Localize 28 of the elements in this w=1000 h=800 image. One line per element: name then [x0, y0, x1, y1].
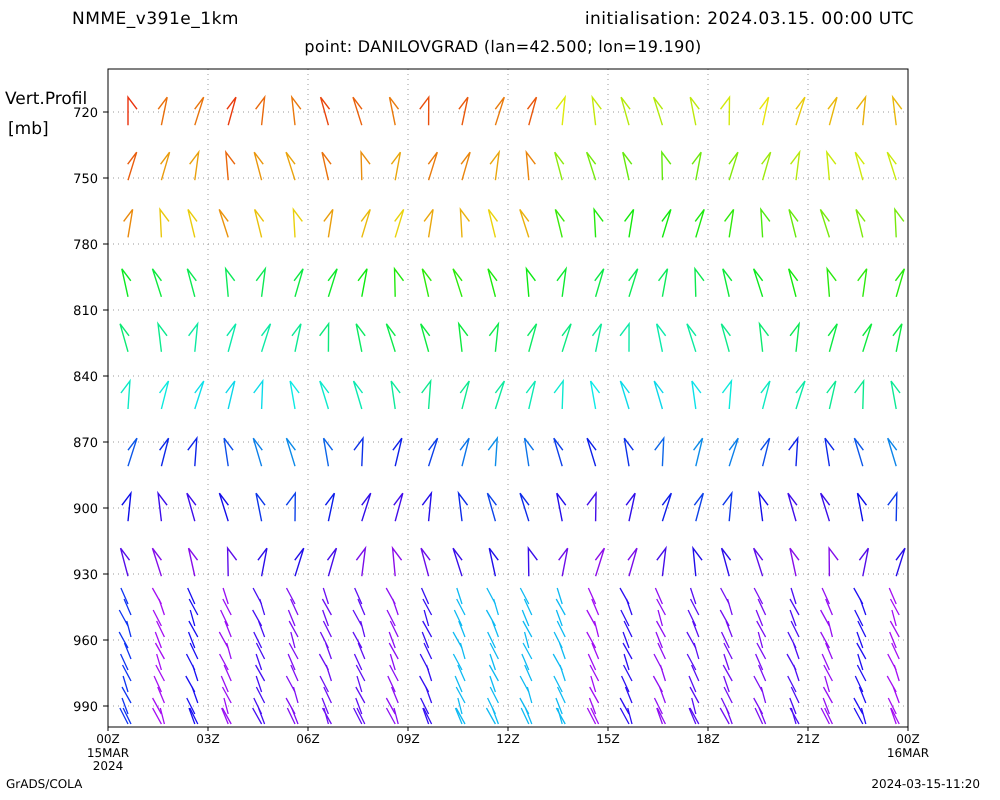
tick-label: 990: [73, 700, 98, 715]
tick-label: 03Z: [196, 732, 220, 746]
tick-label: 12Z: [496, 732, 520, 746]
tick-label: 15Z: [596, 732, 620, 746]
tick-date: 16MAR: [886, 746, 930, 760]
tick-label: 810: [73, 304, 98, 319]
tick-label: 750: [73, 172, 98, 187]
point-location: point: DANILOVGRAD (lan=42.500; lon=19.190): [304, 36, 702, 58]
tick-label: 18Z: [696, 732, 720, 746]
tick-year: 2024: [92, 759, 124, 773]
tick-label: 900: [73, 502, 98, 517]
tick-label: 09Z: [396, 732, 420, 746]
initialisation-time: initialisation: 2024.03.15. 00:00 UTC: [584, 8, 914, 31]
tick-label: 00Z: [896, 732, 920, 746]
tick-label: 870: [73, 436, 98, 451]
tick-label: 780: [73, 238, 98, 253]
tick-label: 840: [73, 370, 98, 385]
tick-label: 21Z: [796, 732, 820, 746]
timestamp: 2024-03-15-11:20: [871, 776, 980, 793]
tick-date: 15MAR: [86, 746, 130, 760]
tick-label: 06Z: [296, 732, 320, 746]
tick-label: 930: [73, 568, 98, 583]
tick-label: 720: [73, 106, 98, 121]
model-title: NMME_v391e_1km: [72, 8, 239, 31]
tick-label: 00Z: [96, 732, 120, 746]
tick-label: 960: [73, 634, 98, 649]
axis-title: [mb]: [8, 119, 49, 139]
software-credit: GrADS/COLA: [6, 776, 82, 793]
